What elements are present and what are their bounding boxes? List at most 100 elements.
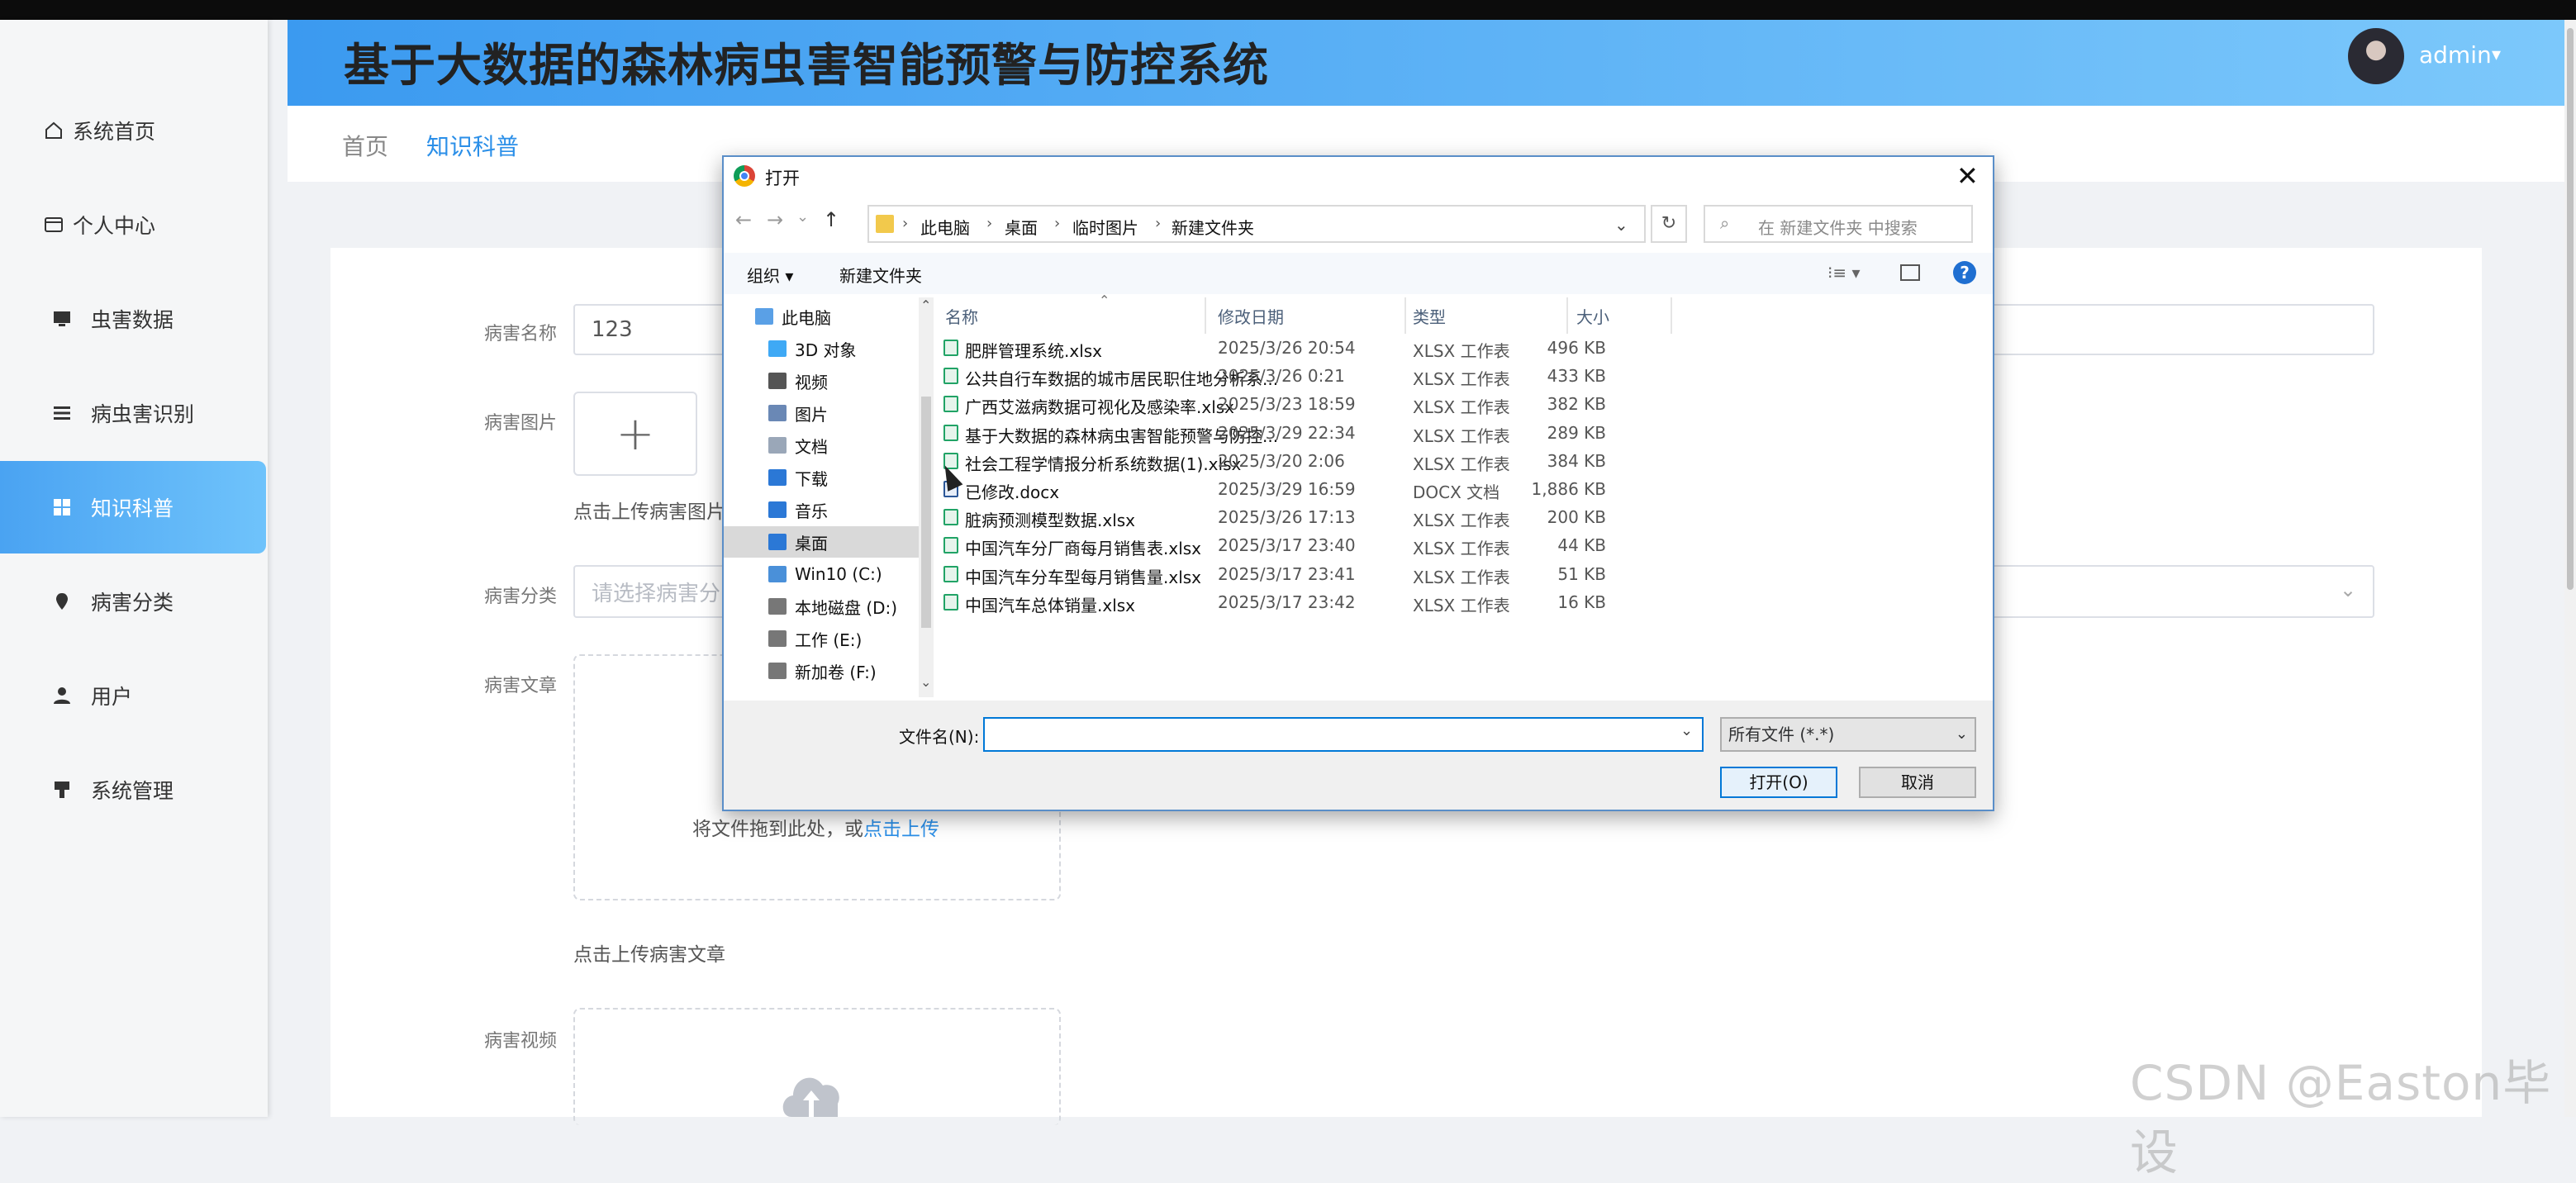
search-input[interactable]: ⌕ 在 新建文件夹 中搜索	[1704, 205, 1973, 243]
grid-icon	[51, 496, 73, 518]
file-row[interactable]: 中国汽车分厂商每月销售表.xlsx 2025/3/17 23:40 XLSX 工作表…	[935, 531, 1761, 559]
refresh-icon[interactable]: ↻	[1651, 205, 1687, 243]
back-icon[interactable]: ←	[735, 208, 752, 231]
nav-tree-item[interactable]: 工作 (E:)	[724, 623, 919, 654]
chevron-down-icon[interactable]: ⌄	[1680, 722, 1693, 739]
file-row[interactable]: 广西艾滋病数据可视化及感染率.xlsx 2025/3/23 18:59 XLSX 工…	[935, 390, 1761, 418]
nav-tree-label: 此电脑	[782, 307, 831, 328]
file-row[interactable]: 公共自行车数据的城市居民职住地分析系... 2025/3/26 0:21 XLSX …	[935, 362, 1761, 390]
sidebar-item-recognition[interactable]: 病虫害识别	[0, 367, 268, 459]
nav-tree-item[interactable]: 图片	[724, 397, 919, 429]
folder-icon	[768, 663, 787, 679]
breadcrumb-home[interactable]: 首页	[342, 129, 388, 162]
file-type-filter[interactable]: 所有文件 (*.*) ⌄	[1720, 717, 1976, 752]
path-new-folder[interactable]: 新建文件夹	[1172, 215, 1254, 239]
folder-icon	[768, 630, 787, 647]
folder-icon	[768, 373, 787, 389]
forward-icon[interactable]: →	[767, 208, 783, 231]
nav-tree-item[interactable]: 视频	[724, 365, 919, 397]
sidebar-item-profile[interactable]: 个人中心	[0, 178, 268, 271]
scrollbar-thumb[interactable]	[2567, 28, 2574, 590]
path-desktop[interactable]: 桌面	[1005, 215, 1038, 239]
nav-tree-item[interactable]: 桌面	[724, 526, 919, 558]
sidebar-item-home[interactable]: 系统首页	[0, 84, 268, 177]
chevron-down-icon[interactable]: ⌄	[1614, 215, 1628, 235]
sidebar-item-label: 系统首页	[73, 120, 156, 144]
column-size[interactable]: 大小	[1576, 304, 1609, 328]
avatar[interactable]	[2348, 28, 2404, 84]
sidebar-item-label: 系统管理	[91, 779, 174, 803]
path-separator: ›	[986, 215, 993, 232]
scroll-up-icon[interactable]: ⌃	[920, 297, 931, 313]
file-row[interactable]: 基于大数据的森林病虫害智能预警与防控... 2025/3/29 22:34 XLSX…	[935, 419, 1761, 447]
close-icon[interactable]: ✕	[1956, 160, 1979, 192]
dialog-titlebar[interactable]: 打开 ✕	[724, 157, 1993, 197]
nav-tree-item[interactable]: 音乐	[724, 494, 919, 525]
file-type: XLSX 工作表	[1413, 595, 1510, 615]
file-type: DOCX 文档	[1413, 482, 1500, 502]
nav-tree-item[interactable]: 此电脑	[724, 301, 919, 332]
filename-input[interactable]	[983, 717, 1704, 752]
page-scrollbar[interactable]	[2564, 20, 2576, 1117]
recent-chevron-icon[interactable]: ⌄	[796, 208, 809, 226]
file-name: 中国汽车总体销量.xlsx	[965, 595, 1136, 615]
sidebar-item-pest-data[interactable]: 虫害数据	[0, 273, 268, 365]
nav-tree-label: 音乐	[795, 501, 828, 521]
file-name: 社会工程学情报分析系统数据(1).xlsx	[965, 454, 1242, 474]
app-header: 基于大数据的森林病虫害智能预警与防控系统 admin ▾	[288, 20, 2564, 106]
sidebar-item-knowledge[interactable]: 知识科普	[0, 461, 266, 553]
category-label: 病害分类	[484, 587, 558, 607]
file-row[interactable]: 中国汽车总体销量.xlsx 2025/3/17 23:42 XLSX 工作表 16 K…	[935, 588, 1761, 616]
folder-icon	[768, 598, 787, 615]
column-modified[interactable]: 修改日期	[1218, 304, 1284, 328]
dropzone-text: 将文件拖到此处，或点击上传	[692, 819, 939, 840]
nav-tree-item[interactable]: 3D 对象	[724, 333, 919, 364]
up-icon[interactable]: ↑	[823, 208, 839, 231]
column-type[interactable]: 类型	[1413, 304, 1446, 328]
cancel-button[interactable]: 取消	[1859, 767, 1976, 798]
search-placeholder: 在 新建文件夹 中搜索	[1758, 218, 1918, 238]
file-row[interactable]: 中国汽车分车型每月销售量.xlsx 2025/3/17 23:41 XLSX 工作表…	[935, 560, 1761, 588]
path-this-pc[interactable]: 此电脑	[920, 215, 970, 239]
file-row[interactable]: 肥胖管理系统.xlsx 2025/3/26 20:54 XLSX 工作表 496 KB	[935, 334, 1761, 362]
list-icon	[51, 402, 73, 424]
path-separator: ›	[902, 215, 909, 232]
path-separator: ›	[1155, 215, 1162, 232]
sidebar-item-system[interactable]: 系统管理	[0, 744, 268, 836]
file-date: 2025/3/26 20:54	[1218, 338, 1356, 358]
nav-tree-item[interactable]: Win10 (C:)	[724, 558, 919, 590]
file-size: 384 KB	[1547, 450, 1606, 471]
nav-scrollbar[interactable]: ⌃ ⌄	[919, 297, 934, 697]
nav-tree-item[interactable]: 本地磁盘 (D:)	[724, 591, 919, 622]
file-type: XLSX 工作表	[1413, 369, 1510, 390]
column-name[interactable]: 名称	[945, 304, 978, 328]
sidebar-item-category[interactable]: 病害分类	[0, 555, 268, 648]
address-bar[interactable]: › 此电脑 › 桌面 › 临时图片 › 新建文件夹 ⌄	[867, 205, 1646, 243]
filename-label: 文件名(N):	[899, 727, 980, 747]
scroll-down-icon[interactable]: ⌄	[920, 674, 931, 690]
sidebar-item-users[interactable]: 用户	[0, 649, 268, 742]
file-row[interactable]: 脏病预测模型数据.xlsx 2025/3/26 17:13 XLSX 工作表 200 …	[935, 503, 1761, 531]
view-options-icon[interactable]: ⁝≡ ▾	[1827, 263, 1861, 283]
dropzone-upload-link[interactable]: 点击上传	[863, 819, 939, 840]
file-row[interactable]: 已修改.docx 2025/3/29 16:59 DOCX 文档 1,886 KB	[935, 475, 1761, 503]
file-type: XLSX 工作表	[1413, 454, 1510, 474]
nav-tree-item[interactable]: 文档	[724, 430, 919, 461]
cloud-upload-icon	[780, 1067, 843, 1117]
new-folder-button[interactable]: 新建文件夹	[839, 263, 922, 287]
help-icon[interactable]: ?	[1953, 261, 1976, 284]
path-temp-images[interactable]: 临时图片	[1072, 215, 1138, 239]
sidebar-item-label: 病虫害识别	[91, 402, 195, 426]
scrollbar-thumb[interactable]	[921, 397, 931, 628]
chevron-down-icon[interactable]: ▾	[2492, 45, 2501, 65]
organize-button[interactable]: 组织 ▾	[747, 263, 793, 287]
image-upload-button[interactable]: +	[573, 392, 697, 476]
file-name: 广西艾滋病数据可视化及感染率.xlsx	[965, 397, 1235, 418]
file-row[interactable]: 社会工程学情报分析系统数据(1).xlsx 2025/3/20 2:06 XLSX …	[935, 447, 1761, 475]
preview-pane-icon[interactable]	[1900, 264, 1920, 281]
open-button[interactable]: 打开(O)	[1720, 767, 1837, 798]
nav-tree-item[interactable]: 新加卷 (F:)	[724, 655, 919, 687]
user-name[interactable]: admin	[2419, 41, 2492, 69]
file-type: XLSX 工作表	[1413, 567, 1510, 587]
nav-tree-item[interactable]: 下载	[724, 462, 919, 493]
